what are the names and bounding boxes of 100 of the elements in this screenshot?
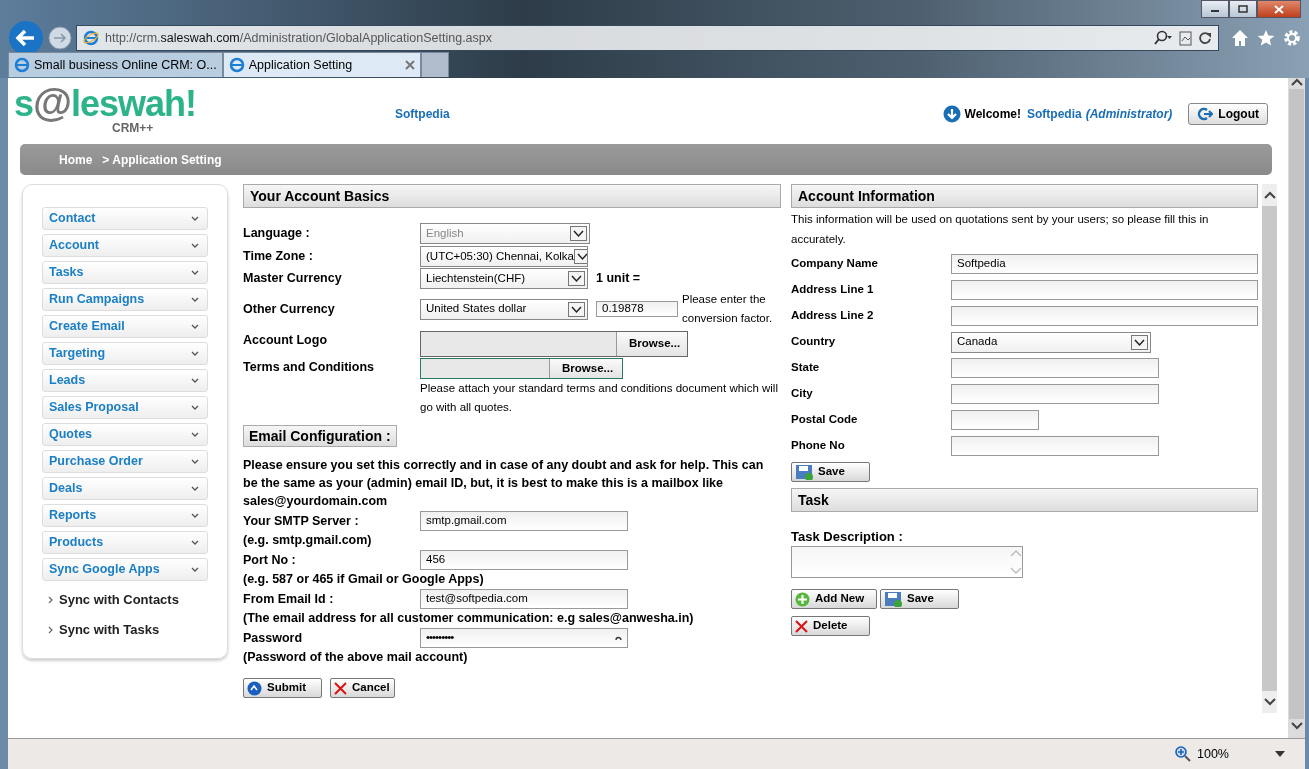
caret-icon bbox=[1131, 334, 1148, 350]
sidebar-item[interactable]: Sales Proposal bbox=[42, 396, 208, 419]
chevron-down-icon bbox=[1290, 722, 1303, 730]
currency-select[interactable]: Liechtenstein(CHF) bbox=[420, 268, 588, 289]
field-label: Password bbox=[243, 629, 304, 647]
field-label: Terms and Conditions bbox=[243, 359, 376, 376]
chevron-down-icon bbox=[191, 377, 199, 384]
scrollbar[interactable] bbox=[1288, 78, 1305, 738]
sidebar-item[interactable]: Contact bbox=[42, 207, 208, 230]
submit-icon bbox=[247, 680, 262, 696]
refresh-icon[interactable] bbox=[1198, 31, 1212, 45]
description-field[interactable] bbox=[791, 546, 1023, 578]
section-header: Your Account Basics bbox=[243, 184, 781, 208]
new-tab-button[interactable] bbox=[420, 52, 449, 77]
input-field[interactable] bbox=[951, 410, 1039, 430]
zoom-level[interactable]: 100% bbox=[1197, 744, 1229, 764]
field-label: Other Currency bbox=[243, 300, 336, 318]
save-icon bbox=[884, 591, 902, 607]
sidebar-item[interactable]: Run Campaigns bbox=[42, 288, 208, 311]
sidebar-item[interactable]: Deals bbox=[42, 477, 208, 500]
email-intro: Please ensure you set this correctly and in case of any doubt and ask for help. This can be the same as your (admin) email ID, but, it is best to make this is a mailbox like sales@yourdomain.com bbox=[243, 457, 765, 510]
maximize-icon[interactable] bbox=[1229, 0, 1257, 18]
field-label: State bbox=[791, 360, 821, 376]
caret-icon bbox=[574, 249, 587, 264]
country-select[interactable]: Canada bbox=[951, 331, 1151, 353]
sidebar-item[interactable]: Purchase Order bbox=[42, 450, 208, 473]
currency-select[interactable]: United States dollar bbox=[420, 298, 588, 320]
chevron-down-icon bbox=[191, 242, 199, 249]
section-header: Account Information bbox=[791, 184, 1258, 208]
input-field[interactable]: 456 bbox=[420, 550, 628, 570]
page-icon bbox=[83, 30, 99, 46]
file-input[interactable]: Browse... bbox=[420, 358, 623, 379]
input-field[interactable]: Softpedia bbox=[951, 254, 1258, 274]
time-zone-select[interactable]: (UTC+05:30) Chennai, Kolka bbox=[420, 246, 588, 267]
cancel-button[interactable]: Cancel bbox=[330, 678, 395, 698]
logo-text: s@leswah! bbox=[14, 84, 197, 122]
browser-tab[interactable]: Application Setting bbox=[222, 52, 421, 77]
save-button[interactable]: Save bbox=[880, 589, 959, 609]
delete-button[interactable]: Delete bbox=[791, 616, 870, 636]
sidebar-item[interactable]: Products bbox=[42, 531, 208, 554]
field-label: Country bbox=[791, 334, 837, 350]
sidebar-item[interactable]: Reports bbox=[42, 504, 208, 527]
rate-input[interactable]: 0.19878 bbox=[596, 301, 678, 317]
minimize-icon[interactable] bbox=[1201, 0, 1229, 18]
sidebar-item[interactable]: Quotes bbox=[42, 423, 208, 446]
input-field[interactable] bbox=[951, 436, 1159, 456]
home-icon[interactable] bbox=[1231, 29, 1249, 47]
browser-tab[interactable]: Small business Online CRM: O... bbox=[8, 52, 223, 77]
field-label: Address Line 1 bbox=[791, 282, 875, 298]
logo-subtitle: CRM++ bbox=[112, 122, 154, 135]
caret-icon bbox=[568, 271, 585, 286]
chevron-right-icon bbox=[48, 626, 53, 634]
sidebar-item[interactable]: Create Email bbox=[42, 315, 208, 338]
chevron-down-icon bbox=[191, 296, 199, 303]
site-link[interactable]: Softpedia bbox=[395, 105, 450, 123]
sidebar-item[interactable]: Account bbox=[42, 234, 208, 257]
field-label: Phone No bbox=[791, 438, 846, 454]
password-field[interactable]: ••••••••• bbox=[420, 628, 628, 648]
field-label: From Email Id : bbox=[243, 590, 335, 608]
sidebar-item[interactable]: Leads bbox=[42, 369, 208, 392]
sidebar-item[interactable]: Tasks bbox=[42, 261, 208, 284]
close-icon[interactable] bbox=[1257, 0, 1301, 18]
unit-text: 1 unit = bbox=[596, 270, 641, 288]
scrollbar[interactable] bbox=[1262, 184, 1277, 713]
settings-icon[interactable] bbox=[1283, 29, 1301, 47]
chevron-down-icon bbox=[191, 458, 199, 465]
reveal-icon[interactable] bbox=[615, 635, 622, 641]
sidebar-subitem[interactable]: Sync with Tasks bbox=[42, 615, 208, 645]
logout-button[interactable]: Logout bbox=[1188, 103, 1268, 125]
caret-icon bbox=[570, 226, 587, 241]
save-button[interactable]: Save bbox=[791, 462, 870, 482]
search-icon[interactable] bbox=[1153, 30, 1173, 46]
file-input[interactable]: Browse... bbox=[420, 331, 688, 357]
input-field[interactable] bbox=[951, 384, 1159, 404]
section-header: Task bbox=[791, 488, 1258, 512]
close-icon[interactable] bbox=[404, 60, 415, 70]
address-bar[interactable]: http://crm.saleswah.com/Administration/GlobalApplicationSetting.aspx bbox=[76, 25, 1219, 51]
section-header: Email Configuration : bbox=[243, 425, 397, 447]
chevron-down-icon bbox=[191, 404, 199, 411]
info-text: This information will be used on quotations sent by your users; so please fill this in accurately. bbox=[791, 212, 1210, 247]
input-field[interactable]: smtp.gmail.com bbox=[420, 511, 628, 531]
zoom-icon[interactable] bbox=[1175, 746, 1191, 762]
field-label: Time Zone : bbox=[243, 248, 314, 266]
star-icon[interactable] bbox=[1257, 29, 1275, 47]
user-name[interactable]: Softpedia bbox=[1027, 105, 1082, 123]
input-field[interactable] bbox=[951, 358, 1159, 378]
sidebar-item[interactable]: Sync Google Apps bbox=[42, 558, 208, 581]
chevron-down-icon bbox=[191, 269, 199, 276]
input-field[interactable]: test@softpedia.com bbox=[420, 589, 628, 609]
submit-button[interactable]: Submit bbox=[243, 678, 322, 698]
input-field[interactable] bbox=[951, 280, 1258, 300]
field-hint: (Password of the above mail account) bbox=[243, 649, 469, 666]
input-field[interactable] bbox=[951, 306, 1258, 326]
chevron-down-icon bbox=[191, 323, 199, 330]
caret-icon[interactable] bbox=[1275, 751, 1285, 757]
chevron-up-icon bbox=[1290, 78, 1303, 86]
compatibility-icon[interactable] bbox=[1179, 30, 1192, 46]
sidebar-item[interactable]: Targeting bbox=[42, 342, 208, 365]
add-button[interactable]: Add New bbox=[791, 589, 877, 609]
sidebar-subitem[interactable]: Sync with Contacts bbox=[42, 585, 208, 615]
